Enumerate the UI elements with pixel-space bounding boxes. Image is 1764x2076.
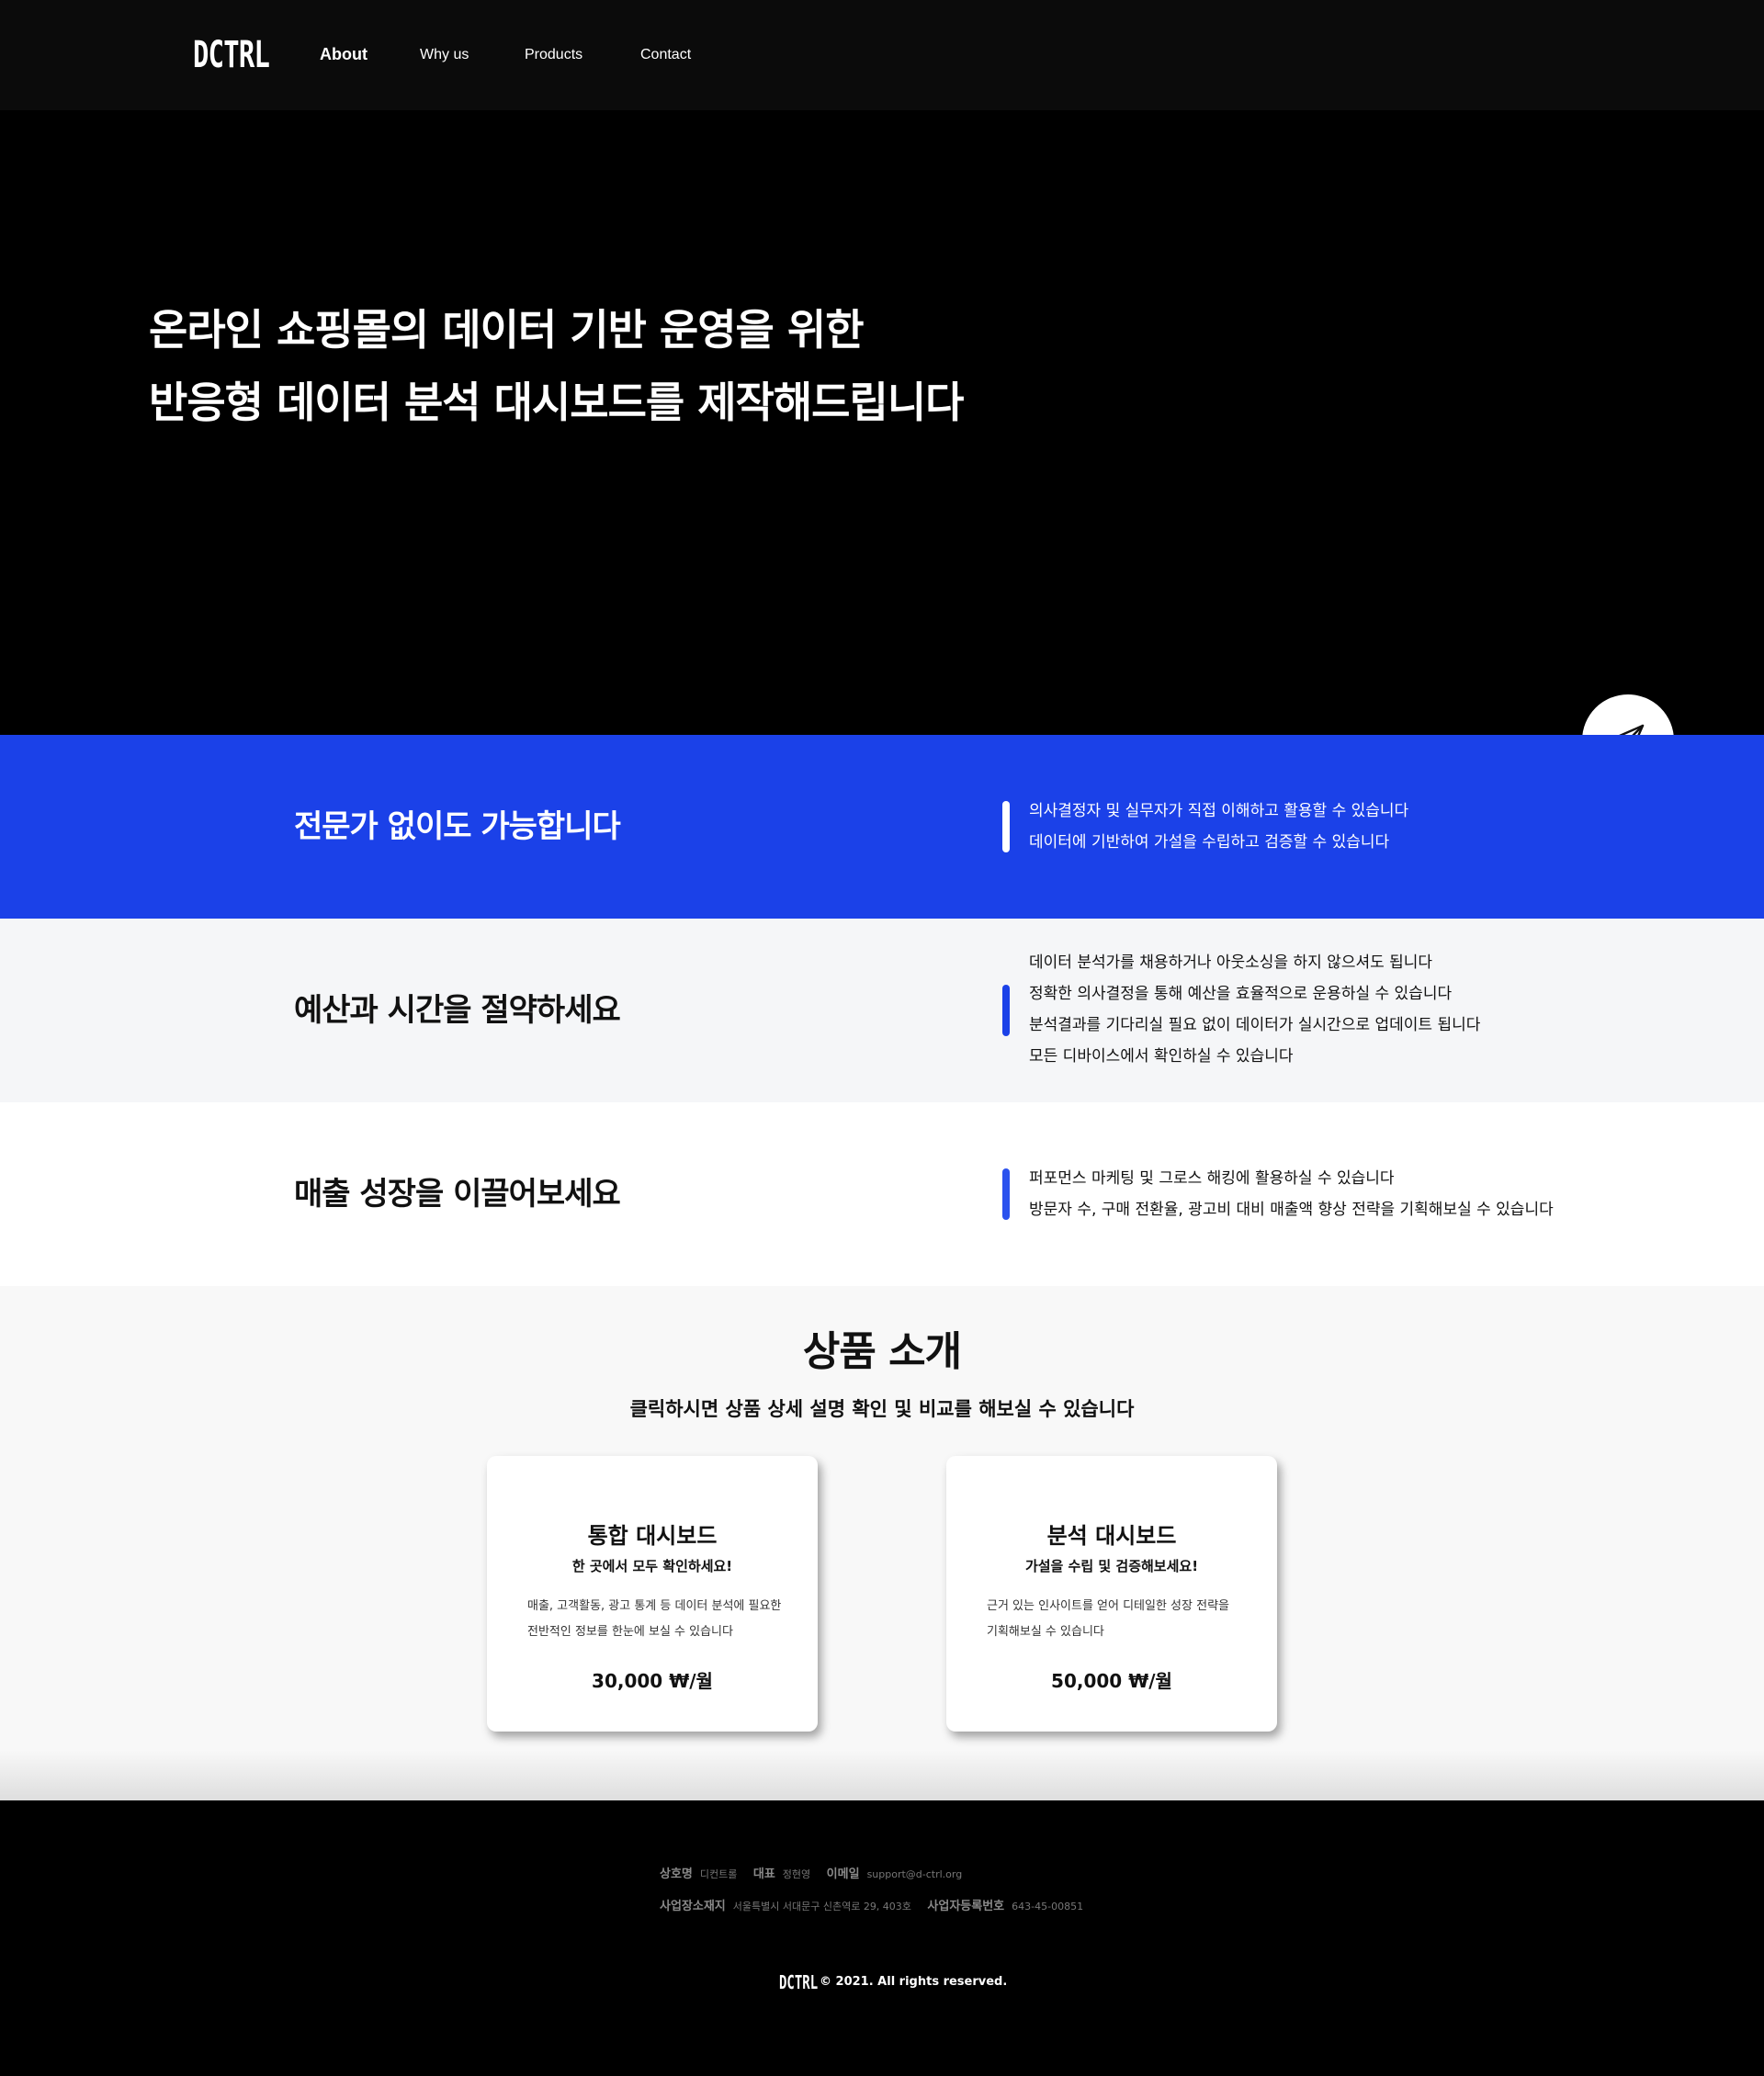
hero-title: 온라인 쇼핑몰의 데이터 기반 운영을 위한 반응형 데이터 분석 대시보드를 … <box>149 294 964 439</box>
product-description-line: 기획해보실 수 있습니다 <box>987 1625 1104 1639</box>
feature-line: 분석결과를 기다리실 필요 없이 데이터가 실시간으로 업데이트 됩니다 <box>1029 1016 1481 1034</box>
footer-company-label: 상호명 <box>660 1867 693 1881</box>
feature-heading: 매출 성장을 이끌어보세요 <box>294 1176 621 1213</box>
footer-company-value: 디컨트롤 <box>699 1868 738 1880</box>
footer-bizno-label: 사업자등록번호 <box>927 1900 1005 1913</box>
footer-copyright-row: DCTRL © 2021. All rights reserved. <box>779 1971 1007 1993</box>
site-footer: 상호명 디컨트롤 대표 정현영 이메일 support@d-ctrl.org 사업장소… <box>0 1800 1764 2076</box>
footer-logo: DCTRL <box>779 1971 819 1993</box>
feature-band-grow-sales: 매출 성장을 이끌어보세요 퍼포먼스 마케팅 및 그로스 해킹에 활용하실 수 … <box>0 1102 1764 1286</box>
product-name: 분석 대시보드 <box>1046 1523 1177 1549</box>
feature-line: 의사결정자 및 실무자가 직접 이해하고 활용할 수 있습니다 <box>1029 802 1409 820</box>
products-section: 상품 소개 클릭하시면 상품 상세 설명 확인 및 비교를 해보실 수 있습니다… <box>0 1286 1764 1800</box>
feature-line: 정확한 의사결정을 통해 예산을 효율적으로 운용하실 수 있습니다 <box>1029 985 1453 1003</box>
feature-band-no-expert: 전문가 없이도 가능합니다 의사결정자 및 실무자가 직접 이해하고 활용할 수… <box>0 735 1764 919</box>
footer-email-link[interactable]: support@d-ctrl.org <box>867 1868 963 1880</box>
product-tagline: 한 곳에서 모두 확인하세요! <box>571 1558 733 1574</box>
footer-business-info: 사업장소재지 서울특별시 서대문구 신촌역로 29, 403호 사업자등록번호 64… <box>660 1898 1096 1916</box>
hero-title-line-1: 온라인 쇼핑몰의 데이터 기반 운영을 위한 <box>149 305 865 355</box>
nav-link-contact[interactable]: Contact <box>640 44 691 66</box>
product-description: 매출, 고객활동, 광고 통계 등 데이터 분석에 필요한 전반적인 정보를 한… <box>527 1594 794 1645</box>
feature-heading: 전문가 없이도 가능합니다 <box>294 808 621 845</box>
footer-ceo-label: 대표 <box>752 1867 775 1881</box>
hero-title-line-2: 반응형 데이터 분석 대시보드를 제작해드립니다 <box>149 378 964 427</box>
footer-address-label: 사업장소재지 <box>660 1900 726 1913</box>
product-tagline: 가설을 수립 및 검증해보세요! <box>1024 1558 1199 1574</box>
feature-accent-bar <box>1002 985 1010 1036</box>
feature-line: 방문자 수, 구매 전환율, 광고비 대비 매출액 향상 전략을 기획해보실 수… <box>1029 1201 1554 1219</box>
hero-section: 온라인 쇼핑몰의 데이터 기반 운영을 위한 반응형 데이터 분석 대시보드를 … <box>0 110 1764 786</box>
product-card-integrated-dashboard[interactable]: 통합 대시보드 한 곳에서 모두 확인하세요! 매출, 고객활동, 광고 통계 … <box>487 1456 818 1732</box>
feature-accent-bar <box>1002 1168 1010 1220</box>
product-price: 30,000 ₩/월 <box>592 1670 713 1692</box>
nav-link-why-us[interactable]: Why us <box>420 44 469 66</box>
product-description-line: 매출, 고객활동, 광고 통계 등 데이터 분석에 필요한 <box>527 1599 782 1613</box>
product-name: 통합 대시보드 <box>587 1523 718 1549</box>
product-price: 50,000 ₩/월 <box>1051 1670 1172 1692</box>
products-subtitle: 클릭하시면 상품 상세 설명 확인 및 비교를 해보실 수 있습니다 <box>629 1398 1135 1420</box>
footer-email-label: 이메일 <box>826 1867 860 1881</box>
feature-line: 데이터 분석가를 채용하거나 아웃소싱을 하지 않으셔도 됩니다 <box>1029 953 1433 972</box>
products-title: 상품 소개 <box>802 1328 962 1375</box>
feature-line: 모든 디바이스에서 확인하실 수 있습니다 <box>1029 1047 1294 1066</box>
feature-line: 퍼포먼스 마케팅 및 그로스 해킹에 활용하실 수 있습니다 <box>1029 1169 1395 1188</box>
top-navbar: DCTRL About Why us Products Contact <box>0 0 1764 110</box>
footer-company-info: 상호명 디컨트롤 대표 정현영 이메일 support@d-ctrl.org <box>660 1866 975 1884</box>
footer-bizno-value: 643-45-00851 <box>1012 1901 1084 1912</box>
footer-copyright: © 2021. All rights reserved. <box>820 1975 1008 1989</box>
product-description-line: 전반적인 정보를 한눈에 보실 수 있습니다 <box>527 1625 733 1639</box>
feature-description: 의사결정자 및 실무자가 직접 이해하고 활용할 수 있습니다 데이터에 기반하… <box>1029 795 1408 858</box>
feature-band-save-budget: 예산과 시간을 절약하세요 데이터 분석가를 채용하거나 아웃소싱을 하지 않으… <box>0 919 1764 1102</box>
footer-address-value: 서울특별시 서대문구 신촌역로 29, 403호 <box>732 1901 911 1912</box>
product-description: 근거 있는 인사이트를 얻어 디테일한 성장 전략을 기획해보실 수 있습니다 <box>987 1594 1253 1645</box>
nav-link-about[interactable]: About <box>320 43 368 65</box>
feature-line: 데이터에 기반하여 가설을 수립하고 검증할 수 있습니다 <box>1029 833 1390 852</box>
footer-ceo-value: 정현영 <box>782 1868 811 1880</box>
product-card-analysis-dashboard[interactable]: 분석 대시보드 가설을 수립 및 검증해보세요! 근거 있는 인사이트를 얻어 … <box>946 1456 1277 1732</box>
product-description-line: 근거 있는 인사이트를 얻어 디테일한 성장 전략을 <box>987 1599 1229 1613</box>
brand-logo[interactable]: DCTRL <box>193 31 270 79</box>
feature-description: 퍼포먼스 마케팅 및 그로스 해킹에 활용하실 수 있습니다 방문자 수, 구매… <box>1029 1163 1554 1225</box>
nav-link-products[interactable]: Products <box>525 44 582 66</box>
feature-accent-bar <box>1002 801 1010 852</box>
feature-heading: 예산과 시간을 절약하세요 <box>294 992 621 1029</box>
feature-description: 데이터 분석가를 채용하거나 아웃소싱을 하지 않으셔도 됩니다 정확한 의사결… <box>1029 947 1480 1072</box>
